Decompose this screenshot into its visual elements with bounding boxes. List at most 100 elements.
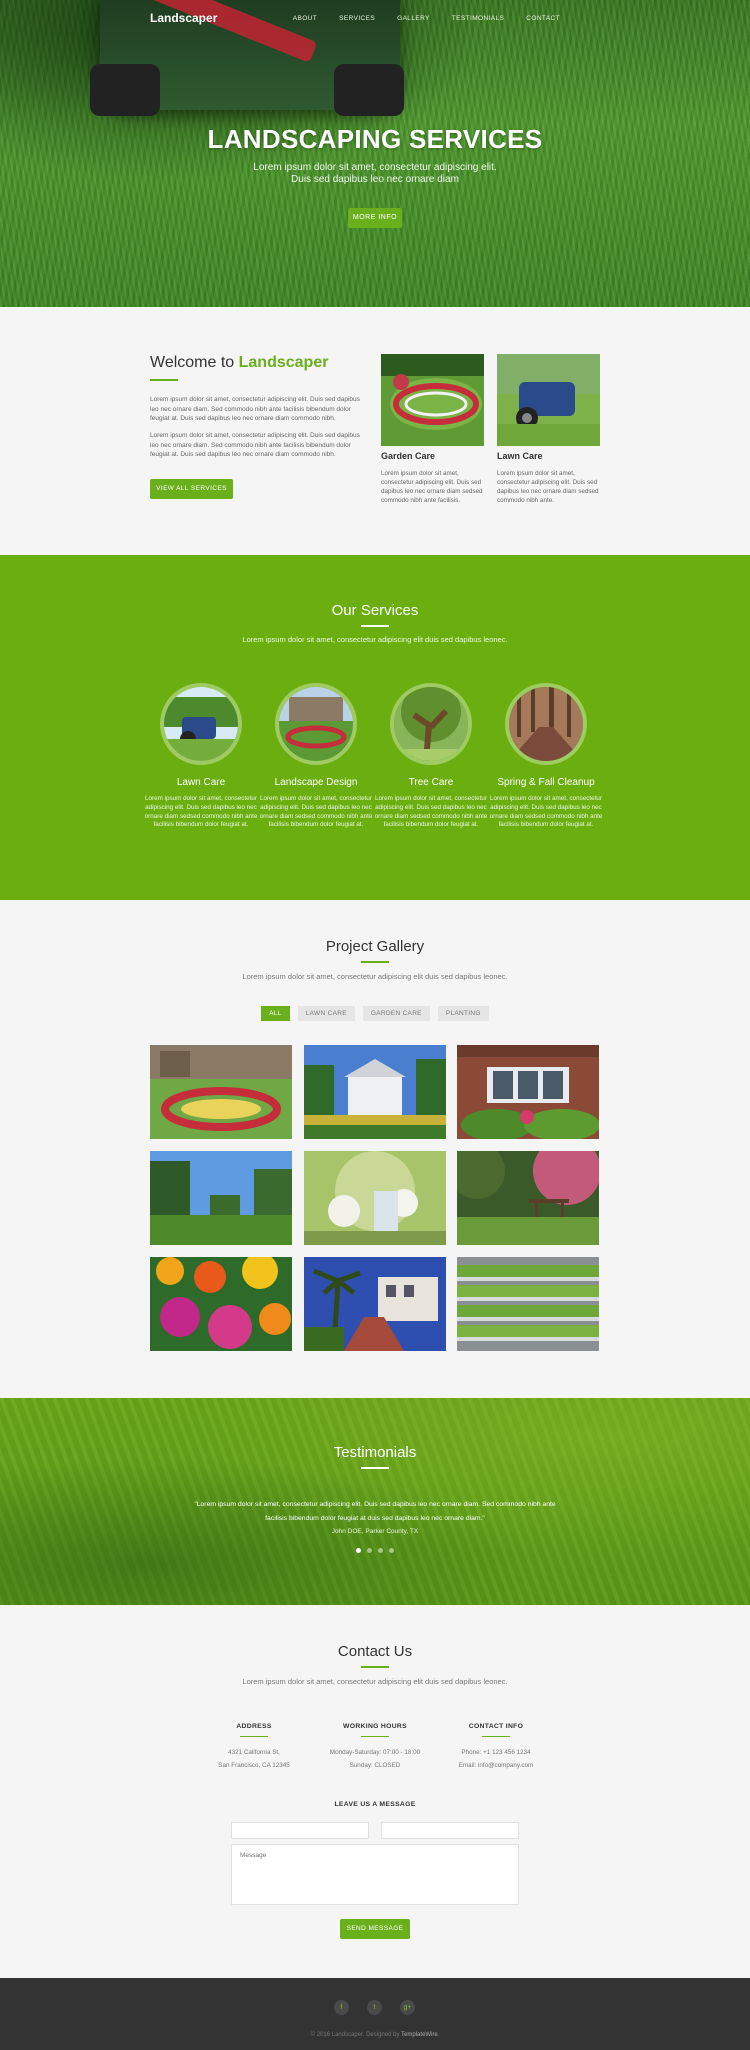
testimonials-section: Testimonials "Lorem ipsum dolor sit amet… (0, 1398, 750, 1605)
nav-item-contact[interactable]: CONTACT (526, 15, 560, 22)
lawn-care-service-image[interactable] (160, 683, 242, 765)
gallery-image[interactable] (150, 1045, 292, 1139)
title-underline (361, 961, 389, 963)
footer: f t g+ © 2016 Landscaper. Designed by Te… (0, 1978, 750, 2050)
testimonial-author: John DOE, Parker County, TX (331, 1528, 419, 1535)
gallery-image[interactable] (304, 1045, 446, 1139)
carousel-dot[interactable] (378, 1548, 383, 1553)
cleanup-service-image[interactable] (505, 683, 587, 765)
testimonials-title: Testimonials (333, 1444, 417, 1461)
gallery-image[interactable] (457, 1045, 599, 1139)
address-block: ADDRESS 4321 California St, San Francisc… (184, 1723, 324, 1772)
title-underline (361, 625, 389, 627)
nav-menu: ABOUT SERVICES GALLERY TESTIMONIALS CONT… (271, 15, 560, 22)
name-input[interactable] (231, 1822, 369, 1839)
testimonial-quote-line: "Lorem ipsum dolor sit amet, consectetur… (194, 1501, 556, 1508)
carousel-dot[interactable] (356, 1548, 361, 1553)
service-text: Lorem ipsum dolor sit amet, consectetur … (489, 795, 603, 829)
carousel-dot[interactable] (367, 1548, 372, 1553)
copyright-end: . (437, 2032, 440, 2038)
more-info-button[interactable]: MORE INFO (348, 208, 402, 228)
lawn-care-title: Lawn Care (497, 451, 543, 461)
hero-subtitle-line: Lorem ipsum dolor sit amet, consectetur … (253, 162, 497, 173)
service-title-cleanup: Spring & Fall Cleanup (497, 777, 595, 788)
lawn-care-image[interactable] (497, 354, 600, 446)
tree-care-service-image[interactable] (390, 683, 472, 765)
working-hours-block: WORKING HOURS Monday-Saturday: 07:00 - 1… (305, 1723, 445, 1772)
welcome-paragraph: Lorem ipsum dolor sit amet, consectetur … (150, 396, 360, 422)
hours-line: Sunday: CLOSED (349, 1762, 401, 1769)
hero-title: LANDSCAPING SERVICES (207, 124, 543, 154)
title-underline (150, 379, 178, 381)
service-title-lawn-care: Lawn Care (176, 777, 226, 788)
address-line: San Francisco, CA 12345 (218, 1762, 290, 1769)
title-underline (361, 1467, 389, 1469)
filter-planting[interactable]: PLANTING (437, 1006, 489, 1021)
services-subtitle: Lorem ipsum dolor sit amet, consectetur … (242, 635, 508, 644)
address-line: 4321 California St, (228, 1749, 280, 1756)
nav-item-gallery[interactable]: GALLERY (397, 15, 430, 22)
service-text: Lorem ipsum dolor sit amet, consectetur … (259, 795, 373, 829)
designer-link[interactable]: TemplateWire (401, 2032, 438, 2038)
view-all-services-button[interactable]: VIEW ALL SERVICES (150, 479, 233, 499)
message-textarea[interactable] (231, 1844, 519, 1905)
gallery-section: Project Gallery Lorem ipsum dolor sit am… (0, 900, 750, 1398)
title-underline (361, 1666, 389, 1668)
contact-section: Contact Us Lorem ipsum dolor sit amet, c… (0, 1605, 750, 1978)
hours-line: Monday-Saturday: 07:00 - 18:00 (329, 1749, 421, 1756)
gallery-image[interactable] (304, 1257, 446, 1351)
garden-care-image[interactable] (381, 354, 484, 446)
testimonial-quote: "Lorem ipsum dolor sit amet, consectetur… (0, 1498, 750, 1526)
welcome-title-prefix: Welcome to (150, 354, 239, 371)
hero-subtitle-line: Duis sed dapibus leo nec ornare diam (291, 174, 459, 185)
hero-subtitle: Lorem ipsum dolor sit amet, consectetur … (0, 162, 750, 186)
welcome-paragraph: Lorem ipsum dolor sit amet, consectetur … (150, 432, 360, 458)
leave-message-heading: LEAVE US A MESSAGE (334, 1801, 416, 1808)
address-heading: ADDRESS (236, 1723, 272, 1730)
gallery-title: Project Gallery (325, 938, 425, 955)
lawn-care-text: Lorem ipsum dolor sit amet, consectetur … (497, 470, 599, 504)
facebook-icon[interactable]: f (334, 2000, 349, 2015)
services-title: Our Services (331, 602, 419, 619)
garden-care-text: Lorem ipsum dolor sit amet, consectetur … (381, 470, 483, 504)
service-text: Lorem ipsum dolor sit amet, consectetur … (144, 795, 258, 829)
contact-info-block: CONTACT INFO Phone: +1 123 456 1234 Emai… (426, 1723, 566, 1772)
gallery-filters: ALL LAWN CARE GARDEN CARE PLANTING (0, 1006, 750, 1021)
service-text: Lorem ipsum dolor sit amet, consectetur … (374, 795, 488, 829)
carousel-dot[interactable] (389, 1548, 394, 1553)
filter-lawn-care[interactable]: LAWN CARE (297, 1006, 355, 1021)
gallery-image[interactable] (150, 1151, 292, 1245)
contact-title: Contact Us (337, 1643, 413, 1660)
working-hours-heading: WORKING HOURS (343, 1723, 407, 1730)
gallery-subtitle: Lorem ipsum dolor sit amet, consectetur … (242, 972, 508, 981)
nav-item-testimonials[interactable]: TESTIMONIALS (452, 15, 504, 22)
filter-all[interactable]: ALL (261, 1006, 290, 1021)
nav-item-about[interactable]: ABOUT (293, 15, 317, 22)
filter-garden-care[interactable]: GARDEN CARE (362, 1006, 430, 1021)
site-logo[interactable]: Landscaper (150, 11, 217, 25)
welcome-title-accent: Landscaper (238, 354, 329, 371)
email-input[interactable] (381, 1822, 519, 1839)
garden-care-title: Garden Care (381, 451, 436, 461)
landscape-design-service-image[interactable] (275, 683, 357, 765)
testimonial-quote-line: facilisis bibendum dolor feugiat at duis… (265, 1515, 485, 1522)
contact-subtitle: Lorem ipsum dolor sit amet, consectetur … (242, 1677, 508, 1686)
nav-item-services[interactable]: SERVICES (339, 15, 375, 22)
top-navbar: Landscaper ABOUT SERVICES GALLERY TESTIM… (0, 0, 750, 38)
send-message-button[interactable]: SEND MESSAGE (340, 1919, 410, 1939)
gallery-image[interactable] (150, 1257, 292, 1351)
gallery-image[interactable] (304, 1151, 446, 1245)
email-text: Email: info@company.com (458, 1762, 534, 1769)
gallery-image[interactable] (457, 1257, 599, 1351)
service-title-landscape-design: Landscape Design (274, 777, 358, 788)
gallery-image[interactable] (457, 1151, 599, 1245)
welcome-section: Welcome to Landscaper Lorem ipsum dolor … (0, 307, 750, 555)
welcome-title: Welcome to Landscaper (150, 354, 328, 372)
google-plus-icon[interactable]: g+ (400, 2000, 415, 2015)
hero-section: Landscaper ABOUT SERVICES GALLERY TESTIM… (0, 0, 750, 307)
contact-info-heading: CONTACT INFO (468, 1723, 524, 1730)
copyright-prefix: © 2016 Landscaper. Designed by (310, 2032, 401, 2038)
copyright-text: © 2016 Landscaper. Designed by TemplateW… (0, 2032, 750, 2038)
carousel-dots (356, 1548, 394, 1553)
twitter-icon[interactable]: t (367, 2000, 382, 2015)
